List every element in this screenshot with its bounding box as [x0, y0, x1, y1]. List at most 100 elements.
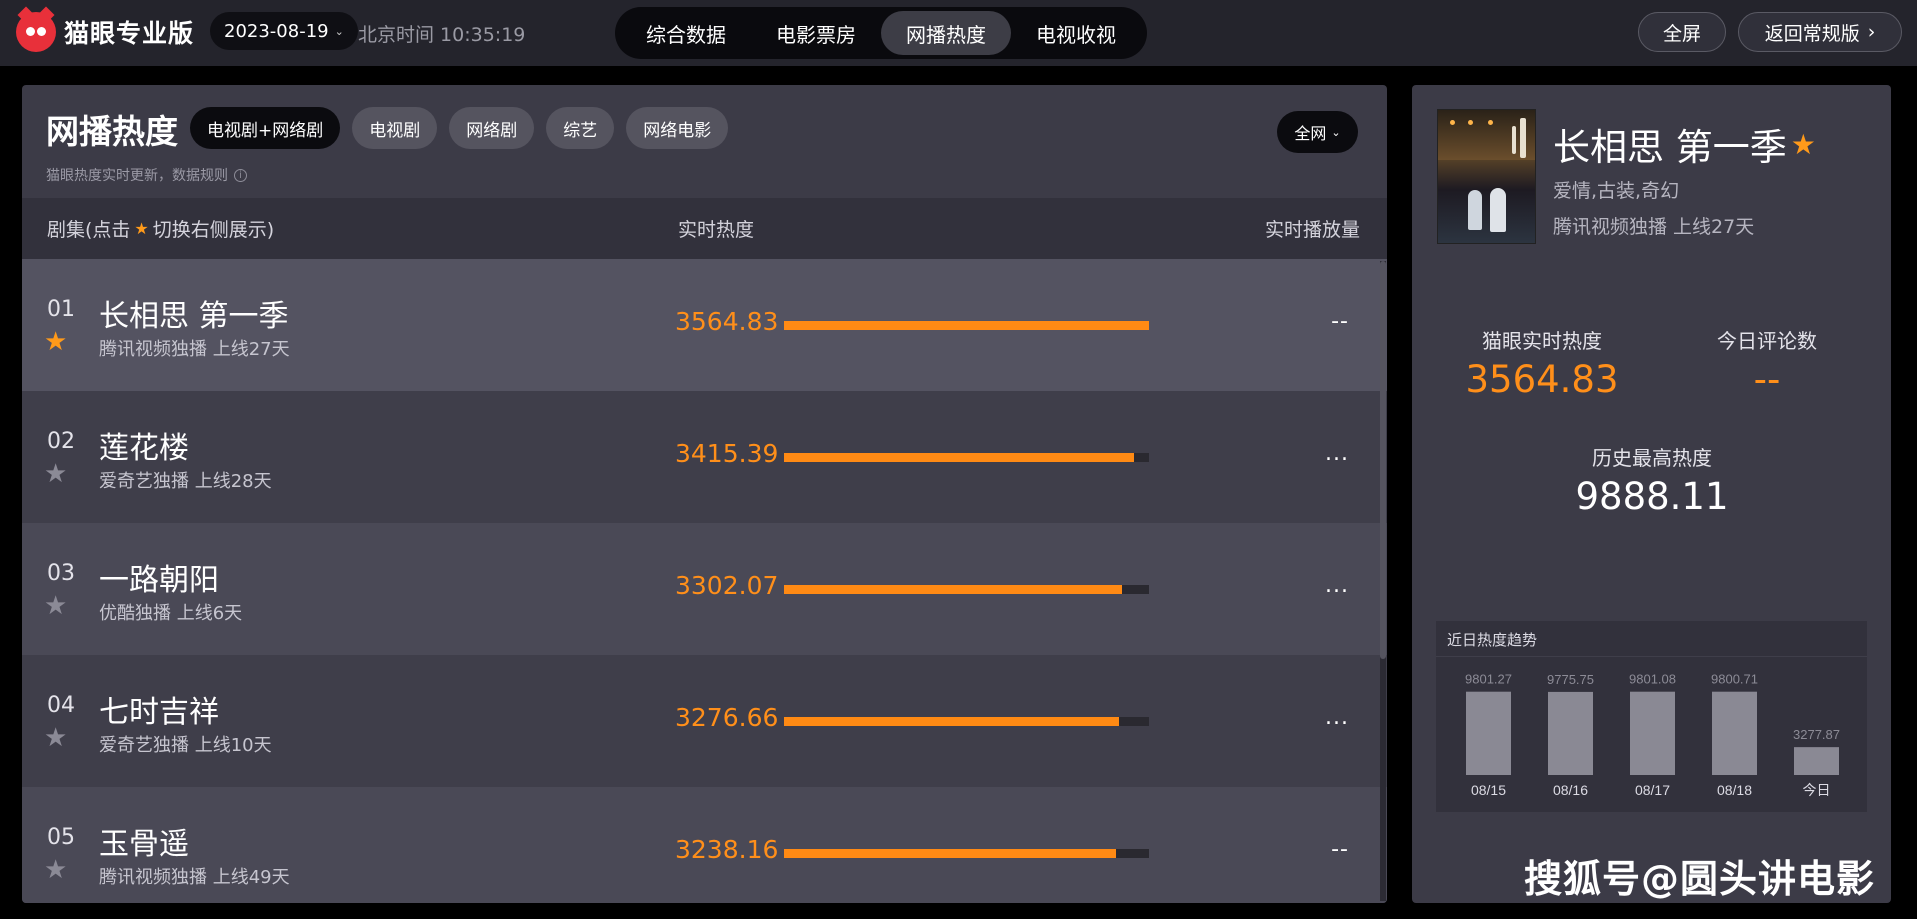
column-heat: 实时热度 [678, 219, 755, 241]
show-meta: 优酷独播 上线6天 [99, 603, 243, 624]
heat-bar [784, 585, 1149, 594]
stat-value: 3564.83 [1465, 358, 1619, 401]
heat-bar [784, 717, 1149, 726]
star-icon[interactable]: ★ [44, 593, 67, 619]
stat-value: 9888.11 [1575, 475, 1729, 518]
detail-genre: 爱情,古装,奇幻 [1553, 180, 1680, 202]
show-title: 七时吉祥 [99, 695, 219, 730]
region-selector[interactable]: 全网 ⌄ [1277, 111, 1358, 153]
fullscreen-label: 全屏 [1662, 22, 1701, 45]
detail-platform: 腾讯视频独播 上线27天 [1553, 216, 1755, 238]
stat-label: 今日评论数 [1717, 329, 1817, 353]
play-count: ... [1325, 441, 1349, 466]
play-count: -- [1331, 309, 1349, 334]
category-label: 08/17 [1635, 782, 1670, 798]
star-icon: ★ [134, 219, 149, 238]
chevron-right-icon: › [1867, 21, 1876, 43]
star-icon[interactable]: ★ [44, 461, 67, 487]
heat-bar-fill [784, 849, 1116, 858]
heat-value: 3302.07 [675, 571, 779, 600]
show-meta: 腾讯视频独播 上线49天 [99, 867, 290, 888]
heat-bar-fill [784, 717, 1120, 726]
detail-title-text: 长相思 第一季 [1553, 126, 1787, 169]
star-icon[interactable]: ★ [44, 329, 67, 355]
tab-overview[interactable]: 综合数据 [621, 11, 751, 55]
filter-web-series[interactable]: 网络剧 [449, 107, 535, 149]
stat-label: 猫眼实时热度 [1482, 329, 1602, 353]
show-poster [1437, 109, 1536, 244]
ranking-panel: 网播热度 电视剧+网络剧 电视剧 网络剧 综艺 网络电影 全网 ⌄ 猫眼热度实时… [22, 85, 1387, 903]
info-icon[interactable]: i [234, 168, 247, 182]
show-meta: 爱奇艺独播 上线28天 [99, 471, 272, 492]
trend-bar [1712, 691, 1757, 775]
detail-title: 长相思 第一季 ★ [1553, 117, 1816, 171]
stat-value: -- [1753, 358, 1781, 401]
filter-tv-web[interactable]: 电视剧+网络剧 [190, 107, 341, 149]
heat-value: 3238.16 [675, 835, 779, 864]
bar-value-label: 9801.08 [1629, 672, 1676, 687]
table-row[interactable]: 03 ★ 一路朝阳 优酷独播 上线6天 3302.07 ... [22, 523, 1387, 655]
category-label: 今日 [1803, 782, 1831, 798]
table-row[interactable]: 04 ★ 七时吉祥 爱奇艺独播 上线10天 3276.66 ... [22, 655, 1387, 787]
rank-number: 04 [47, 693, 75, 718]
column-show: 剧集(点击 ★ 切换右侧展示) [47, 215, 274, 242]
heat-bar-fill [784, 453, 1134, 462]
chevron-down-icon: ⌄ [334, 24, 344, 38]
date-value: 2023-08-19 [224, 20, 329, 42]
star-icon[interactable]: ★ [44, 857, 67, 883]
filter-web-movie[interactable]: 网络电影 [626, 107, 729, 149]
table-row[interactable]: 05 ★ 玉骨遥 腾讯视频独播 上线49天 3238.16 -- [22, 787, 1387, 903]
back-to-classic-button[interactable]: 返回常规版 › [1738, 12, 1902, 52]
watermark: 搜狐号@圆头讲电影 [1524, 857, 1876, 901]
show-meta: 腾讯视频独播 上线27天 [99, 339, 290, 360]
heat-bar [784, 453, 1149, 462]
rank-number: 03 [47, 561, 75, 586]
note-text: 猫眼热度实时更新，数据规则 [46, 168, 228, 184]
ranking-list: 01 ★ 长相思 第一季 腾讯视频独播 上线27天 3564.83 -- 02 … [22, 259, 1387, 903]
bar-value-label: 9775.75 [1547, 672, 1594, 687]
category-label: 08/16 [1553, 782, 1588, 798]
trend-bar [1630, 691, 1675, 775]
rank-number: 02 [47, 429, 75, 454]
scrollbar-thumb[interactable] [1380, 261, 1386, 659]
cat-eye-logo-icon [16, 6, 56, 52]
scrollbar[interactable] [1380, 261, 1386, 901]
heat-trend-chart: 近日热度趋势 9801.27 08/15 9775.75 08/16 9801.08 08… [1436, 621, 1867, 812]
trend-bar [1548, 691, 1593, 775]
tab-box-office[interactable]: 电影票房 [751, 11, 881, 55]
trend-bars: 9801.27 08/15 9775.75 08/16 9801.08 08/17 9800… [1465, 672, 1840, 798]
chevron-down-icon: ⌄ [1331, 125, 1341, 139]
date-selector[interactable]: 2023-08-19 ⌄ [210, 12, 358, 50]
column-plays: 实时播放量 [1264, 219, 1360, 241]
heat-bar [784, 321, 1149, 330]
category-label: 08/18 [1717, 782, 1752, 798]
tab-web-heat[interactable]: 网播热度 [881, 11, 1011, 55]
rank-number: 05 [47, 825, 75, 850]
heat-value: 3415.39 [675, 439, 779, 468]
column-show-suffix: 切换右侧展示) [152, 219, 275, 241]
data-rules-note[interactable]: 猫眼热度实时更新，数据规则 i [46, 165, 247, 185]
play-count: ... [1325, 573, 1349, 598]
filter-tv[interactable]: 电视剧 [352, 107, 438, 149]
bar-value-label: 9800.71 [1711, 672, 1758, 687]
fullscreen-button[interactable]: 全屏 [1638, 12, 1726, 52]
table-header: 剧集(点击 ★ 切换右侧展示) 实时热度 实时播放量 [22, 198, 1387, 259]
play-count: ... [1325, 705, 1349, 730]
category-filters: 电视剧+网络剧 电视剧 网络剧 综艺 网络电影 [190, 107, 729, 149]
filter-variety[interactable]: 综艺 [546, 107, 615, 149]
beijing-clock: 北京时间 10:35:19 [358, 24, 526, 46]
table-row[interactable]: 02 ★ 莲花楼 爱奇艺独播 上线28天 3415.39 ... [22, 391, 1387, 523]
show-title: 一路朝阳 [99, 563, 219, 598]
trend-bar [1794, 747, 1839, 775]
show-title: 玉骨遥 [99, 827, 189, 862]
table-row[interactable]: 01 ★ 长相思 第一季 腾讯视频独播 上线27天 3564.83 -- [22, 259, 1387, 391]
peak-heat-stat: 历史最高热度 9888.11 [1552, 442, 1752, 518]
star-icon[interactable]: ★ [44, 725, 67, 751]
back-label: 返回常规版 [1764, 22, 1860, 45]
tab-tv-ratings[interactable]: 电视收视 [1011, 11, 1141, 55]
brand-logo[interactable]: 猫眼专业版 [16, 6, 195, 52]
trend-bar [1466, 691, 1511, 775]
brand-name: 猫眼专业版 [64, 19, 195, 48]
bar-value-label: 3277.87 [1793, 727, 1840, 742]
star-icon: ★ [1790, 127, 1816, 161]
